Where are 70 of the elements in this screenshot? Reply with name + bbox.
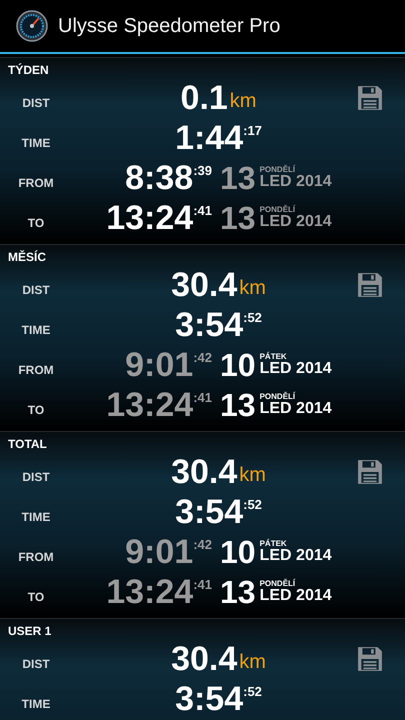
- seconds-value: :41: [193, 390, 212, 405]
- row-label: TIME: [20, 509, 52, 524]
- seconds-value: :17: [243, 123, 262, 138]
- seconds-value: :41: [193, 577, 212, 592]
- distance-unit: km: [230, 88, 256, 112]
- day-number: 13: [220, 162, 256, 194]
- row-label: TO: [26, 402, 46, 417]
- clock-time: 13:24: [106, 575, 194, 609]
- row-label: FROM: [17, 549, 55, 564]
- row-label: DIST: [21, 95, 51, 110]
- duration-value: 3:54: [175, 682, 244, 716]
- seconds-value: :41: [193, 203, 212, 218]
- distance-value: 30.4: [171, 455, 238, 489]
- row-label: TIME: [20, 322, 52, 337]
- save-icon[interactable]: [357, 646, 383, 672]
- row-label: DIST: [21, 282, 51, 297]
- weekday-label: PONDĚLÍ: [260, 580, 296, 588]
- weekday-label: PÁTEK: [260, 540, 288, 548]
- day-number: 10: [220, 349, 256, 381]
- row-label: TIME: [20, 135, 52, 150]
- day-number: 13: [220, 202, 256, 234]
- duration-value: 3:54: [175, 495, 244, 529]
- day-number: 13: [220, 576, 256, 608]
- distance-value: 0.1: [180, 81, 228, 115]
- seconds-value: :52: [243, 684, 262, 699]
- distance-value: 30.4: [171, 642, 238, 676]
- weekday-label: PÁTEK: [260, 353, 288, 361]
- section-title: MĚSÍC: [7, 249, 48, 265]
- distance-unit: km: [239, 276, 266, 300]
- month-year: LED 2014: [260, 174, 332, 190]
- seconds-value: :42: [193, 537, 212, 552]
- duration-value: 1:44: [175, 121, 244, 155]
- section-title: USER 1: [7, 623, 52, 639]
- seconds-value: :39: [193, 163, 212, 178]
- seconds-value: :42: [193, 350, 212, 365]
- row-label: DIST: [21, 656, 51, 671]
- month-year: LED 2014: [260, 548, 332, 564]
- section-title: TÝDEN: [7, 62, 50, 78]
- duration-value: 3:54: [175, 308, 244, 342]
- clock-time: 13:24: [106, 201, 194, 235]
- row-label: TO: [26, 589, 46, 604]
- distance-unit: km: [239, 462, 266, 486]
- clock-time: 8:38: [125, 161, 194, 195]
- clock-time: 13:24: [106, 388, 194, 422]
- month-year: LED 2014: [260, 361, 332, 377]
- distance-value: 30.4: [171, 268, 238, 302]
- speedometer-icon: [16, 10, 48, 42]
- weekday-label: PONDĚLÍ: [260, 166, 296, 174]
- clock-time: 9:01: [125, 535, 194, 569]
- row-label: TIME: [20, 696, 52, 711]
- month-year: LED 2014: [260, 214, 332, 230]
- weekday-label: PONDĚLÍ: [260, 206, 296, 214]
- seconds-value: :52: [243, 497, 262, 512]
- row-label: DIST: [21, 469, 51, 484]
- save-icon[interactable]: [357, 85, 383, 111]
- save-icon[interactable]: [357, 272, 383, 298]
- day-number: 13: [220, 389, 256, 421]
- section-title: TOTAL: [7, 436, 48, 452]
- distance-unit: km: [239, 650, 266, 674]
- month-year: LED 2014: [260, 401, 332, 417]
- seconds-value: :52: [243, 310, 262, 325]
- save-icon[interactable]: [357, 459, 383, 485]
- month-year: LED 2014: [260, 588, 332, 604]
- row-label: FROM: [17, 175, 55, 190]
- weekday-label: PONDĚLÍ: [260, 393, 296, 401]
- app-title: Ulysse Speedometer Pro: [58, 14, 280, 38]
- clock-time: 9:01: [125, 348, 194, 382]
- day-number: 10: [220, 536, 256, 568]
- row-label: FROM: [17, 362, 55, 377]
- row-label: TO: [26, 215, 46, 230]
